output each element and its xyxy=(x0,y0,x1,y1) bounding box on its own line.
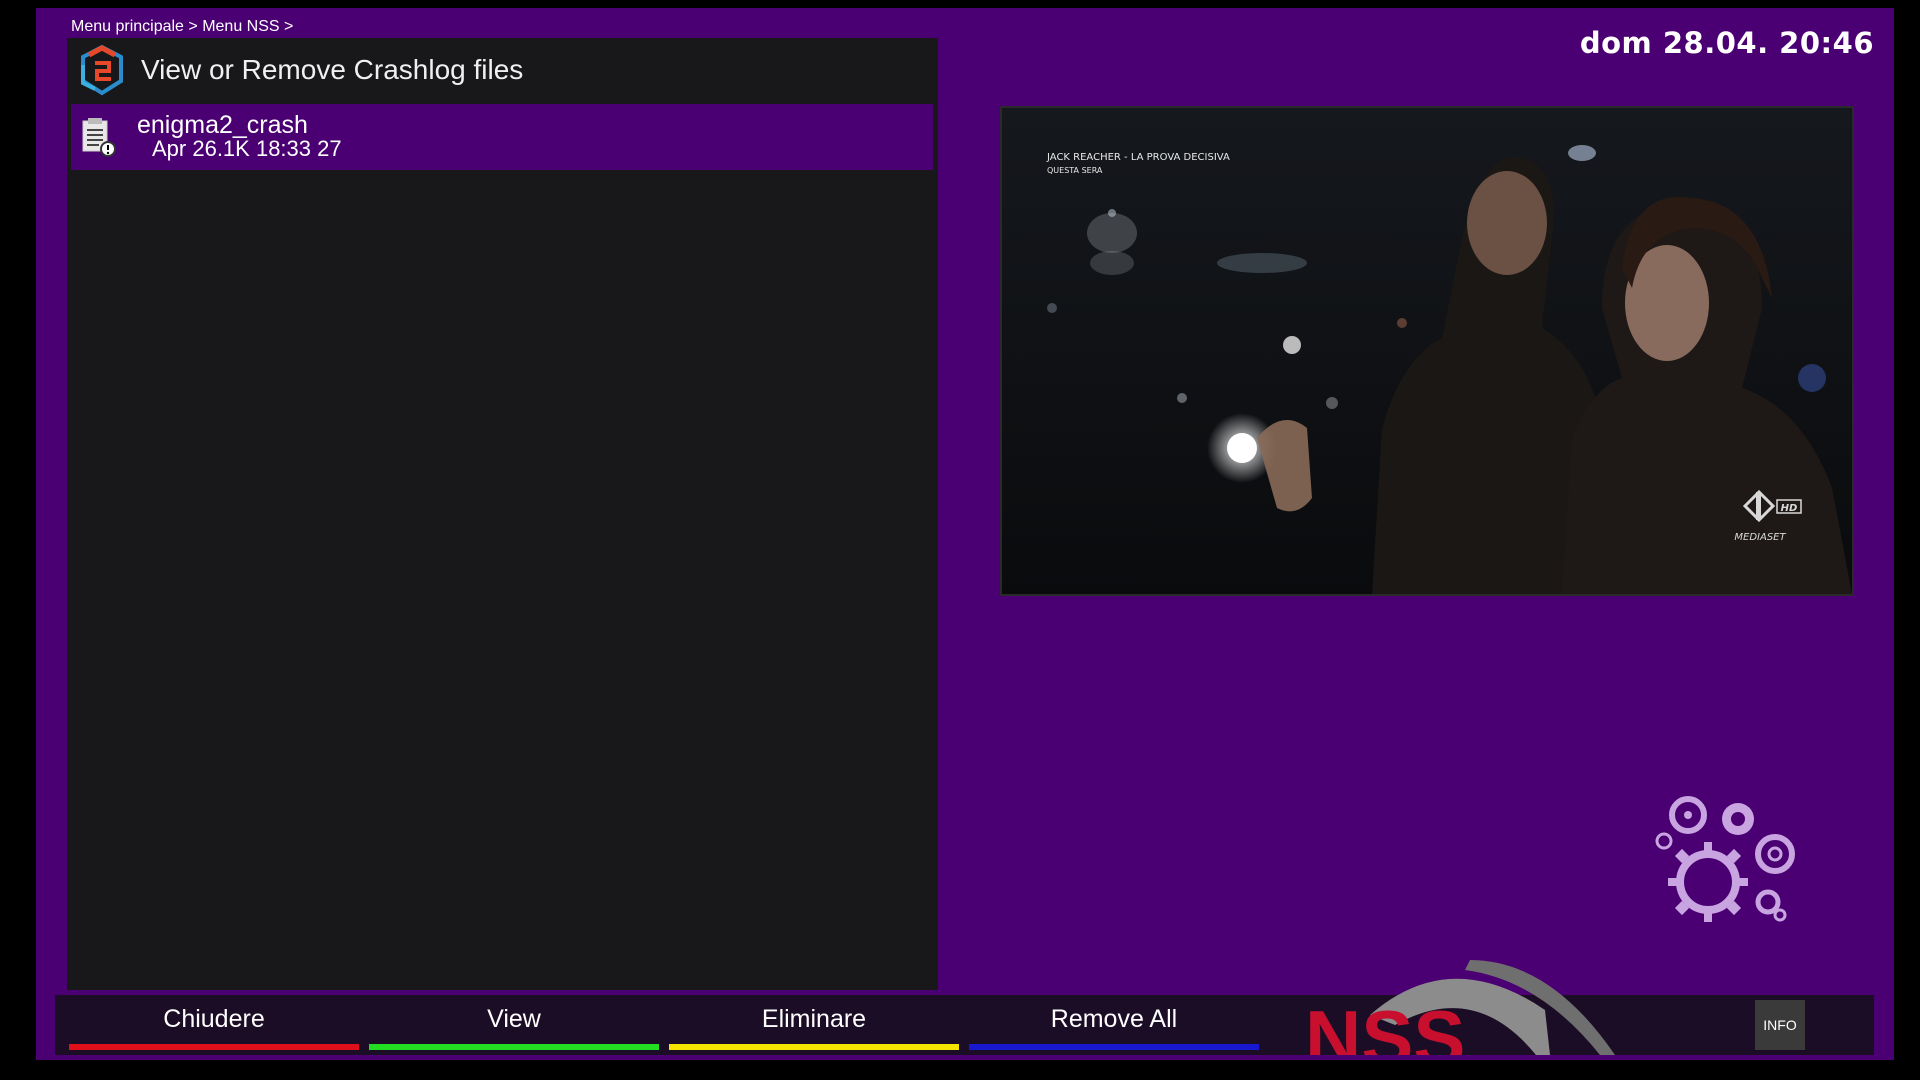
list-item[interactable]: enigma2_crash Apr 26.1K 18:33 27 xyxy=(71,104,933,170)
red-key-indicator xyxy=(69,1044,359,1050)
close-button[interactable]: Chiudere xyxy=(69,995,359,1050)
view-button[interactable]: View xyxy=(369,995,659,1050)
yellow-key-indicator xyxy=(669,1044,959,1050)
nss-cube-logo-icon xyxy=(81,44,123,96)
close-button-label: Chiudere xyxy=(163,1005,265,1033)
delete-button[interactable]: Eliminare xyxy=(669,995,959,1050)
breadcrumb: Menu principale > Menu NSS > xyxy=(71,18,294,35)
remove-all-button[interactable]: Remove All xyxy=(969,995,1259,1050)
video-frame-scene: JACK REACHER - LA PROVA DECISIVA QUESTA … xyxy=(1002,108,1852,594)
panel-header: View or Remove Crashlog files xyxy=(67,38,938,102)
blue-key-indicator xyxy=(969,1044,1259,1050)
crashlog-file-icon xyxy=(82,118,116,157)
channel-brand: MEDIASET xyxy=(1734,532,1786,543)
overlay-title: JACK REACHER - LA PROVA DECISIVA xyxy=(1046,152,1230,163)
info-button[interactable]: INFO xyxy=(1755,1000,1805,1050)
gears-icon xyxy=(1655,796,1795,922)
view-button-label: View xyxy=(487,1005,541,1033)
remove-all-button-label: Remove All xyxy=(1050,1005,1178,1033)
panel-title: View or Remove Crashlog files xyxy=(141,54,524,85)
delete-button-label: Eliminare xyxy=(761,1005,867,1033)
channel-hd: HD xyxy=(1781,503,1798,514)
tv-preview: JACK REACHER - LA PROVA DECISIVA QUESTA … xyxy=(1000,106,1854,596)
file-name: enigma2_crash xyxy=(137,111,308,139)
date-time: dom 28.04. 20:46 xyxy=(1579,26,1874,60)
overlay-subtitle: QUESTA SERA xyxy=(1047,166,1103,175)
crashlog-panel: View or Remove Crashlog files enigma2_cr… xyxy=(67,38,938,990)
file-details: Apr 26.1K 18:33 27 xyxy=(152,136,342,161)
nss-logo-text: NSS xyxy=(1305,994,1465,1055)
nss-logo: NSS xyxy=(1305,960,1615,1055)
green-key-indicator xyxy=(369,1044,659,1050)
